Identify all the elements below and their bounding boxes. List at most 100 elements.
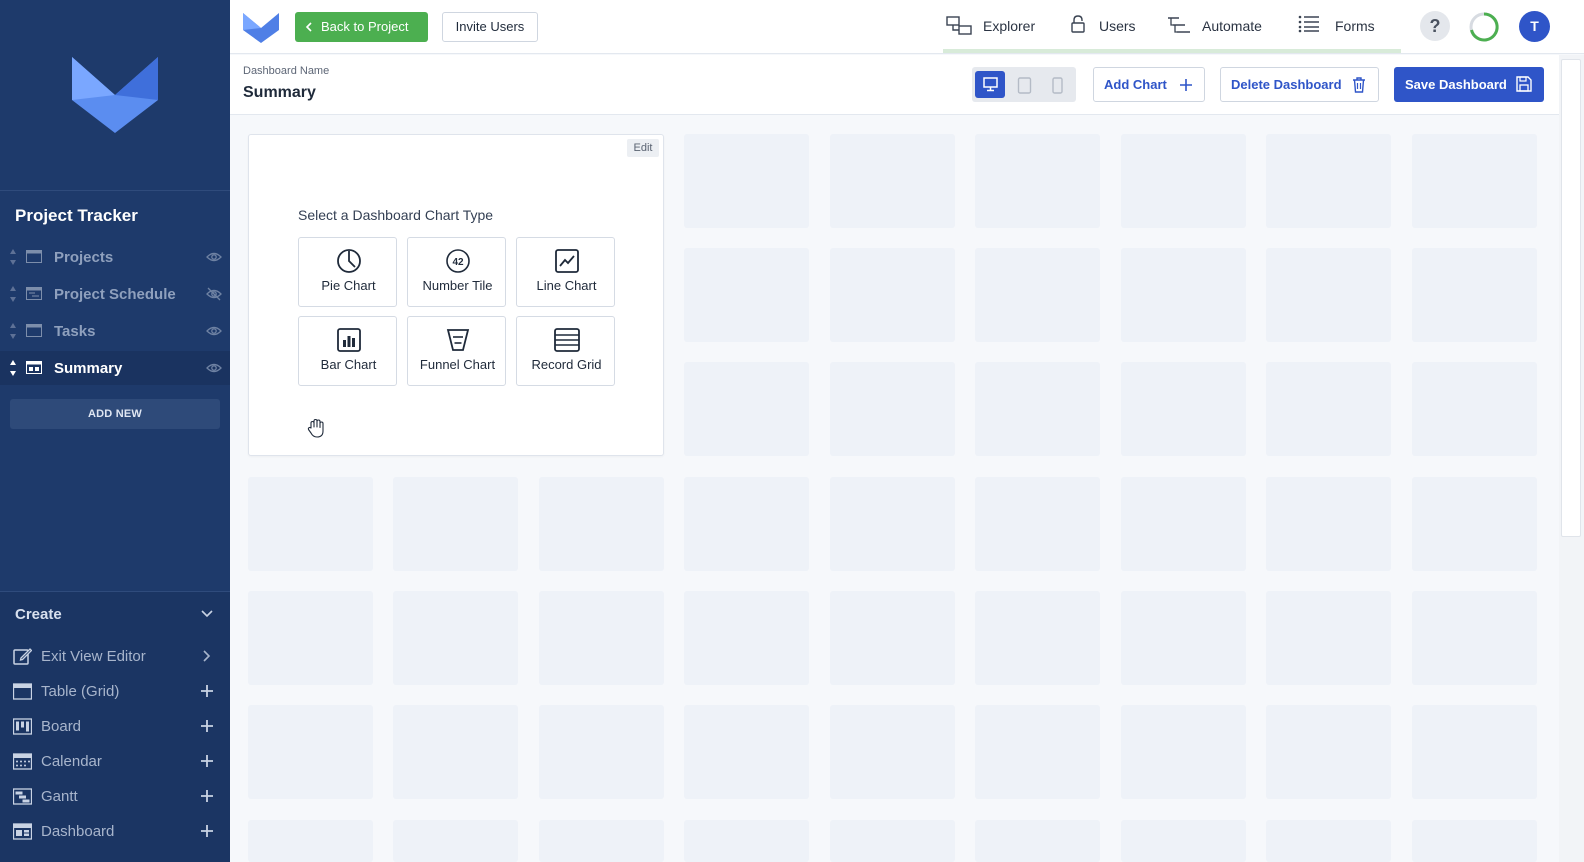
nav-explorer[interactable]: Explorer xyxy=(943,0,1043,54)
number-tile-icon: 42 xyxy=(446,249,470,273)
grid-placeholder-cell xyxy=(1266,591,1391,685)
nav-users[interactable]: Users xyxy=(1070,0,1150,54)
grid-placeholder-cell xyxy=(539,705,664,799)
explorer-icon xyxy=(946,16,972,35)
device-preview-toggle xyxy=(972,67,1076,102)
forms-icon xyxy=(1298,15,1319,33)
chevron-down-icon[interactable] xyxy=(201,610,213,618)
grid-placeholder-cell xyxy=(248,705,373,799)
eye-icon[interactable] xyxy=(206,324,222,338)
nav-automate[interactable]: Automate xyxy=(1167,0,1267,54)
grid-placeholder-cell xyxy=(1412,477,1537,571)
nav-forms[interactable]: Forms xyxy=(1297,0,1377,54)
grid-placeholder-cell xyxy=(975,591,1100,685)
grid-placeholder-cell xyxy=(1266,248,1391,342)
grid-placeholder-cell xyxy=(830,362,955,456)
grid-placeholder-cell xyxy=(1266,477,1391,571)
reorder-handle-icon[interactable] xyxy=(9,285,17,303)
eye-off-icon[interactable] xyxy=(206,287,222,301)
dashboard-header: Dashboard Name Summary Add Chart Delete … xyxy=(230,55,1559,115)
desktop-preview-button[interactable] xyxy=(975,71,1005,98)
calendar-icon xyxy=(13,753,32,770)
gantt-view-icon xyxy=(26,287,42,300)
reorder-handle-icon[interactable] xyxy=(9,359,17,377)
number-tile-label: Number Tile xyxy=(422,278,493,293)
grid-placeholder-cell xyxy=(1412,134,1537,228)
reorder-handle-icon[interactable] xyxy=(9,322,17,340)
trash-icon xyxy=(1353,77,1365,93)
nav-label: Explorer xyxy=(983,18,1036,34)
user-avatar[interactable]: T xyxy=(1519,11,1550,42)
grid-placeholder-cell xyxy=(975,248,1100,342)
table-view-icon xyxy=(26,324,42,337)
add-chart-label: Add Chart xyxy=(1104,77,1167,92)
grid-placeholder-cell xyxy=(539,591,664,685)
eye-icon[interactable] xyxy=(206,250,222,264)
add-new-view-button[interactable]: ADD NEW xyxy=(10,399,220,429)
help-button[interactable]: ? xyxy=(1420,11,1450,41)
create-board[interactable]: Board xyxy=(0,710,230,744)
grid-placeholder-cell xyxy=(1266,820,1391,862)
sidebar-view-tasks[interactable]: Tasks xyxy=(0,314,230,348)
create-dashboard[interactable]: Dashboard xyxy=(0,815,230,849)
create-item-label: Gantt xyxy=(41,788,78,805)
line-chart-option[interactable]: Line Chart xyxy=(516,237,615,307)
chevron-right-icon xyxy=(203,650,211,662)
back-to-project-button[interactable]: Back to Project xyxy=(295,12,428,42)
grid-placeholder-cell xyxy=(684,591,809,685)
save-icon xyxy=(1516,76,1532,92)
dashboard-name-label: Dashboard Name xyxy=(243,65,330,77)
create-table-grid[interactable]: Table (Grid) xyxy=(0,675,230,709)
grid-placeholder-cell xyxy=(1121,477,1246,571)
nav-active-indicator xyxy=(943,49,1401,53)
loading-indicator-icon xyxy=(1469,12,1499,42)
delete-dashboard-button[interactable]: Delete Dashboard xyxy=(1220,67,1379,102)
sidebar-view-projects[interactable]: Projects xyxy=(0,240,230,274)
reorder-handle-icon[interactable] xyxy=(9,248,17,266)
grid-placeholder-cell xyxy=(830,477,955,571)
grid-placeholder-cell xyxy=(1121,820,1246,862)
invite-users-button[interactable]: Invite Users xyxy=(442,12,538,42)
grid-placeholder-cell xyxy=(1121,591,1246,685)
create-gantt[interactable]: Gantt xyxy=(0,780,230,814)
dashboard-name[interactable]: Summary xyxy=(243,84,316,102)
grid-placeholder-cell xyxy=(975,820,1100,862)
number-tile-option[interactable]: 42 Number Tile xyxy=(407,237,506,307)
create-calendar[interactable]: Calendar xyxy=(0,745,230,779)
grid-placeholder-cell xyxy=(975,705,1100,799)
eye-icon[interactable] xyxy=(206,361,222,375)
sidebar-view-project-schedule[interactable]: Project Schedule xyxy=(0,277,230,311)
bar-chart-option[interactable]: Bar Chart xyxy=(298,316,397,386)
grid-placeholder-cell xyxy=(830,248,955,342)
sidebar-view-label: Project Schedule xyxy=(54,286,176,303)
sidebar-view-label: Summary xyxy=(54,360,123,377)
desktop-icon xyxy=(983,77,998,92)
grid-placeholder-cell xyxy=(1121,134,1246,228)
plus-icon xyxy=(201,720,213,732)
funnel-chart-option[interactable]: Funnel Chart xyxy=(407,316,506,386)
nav-label: Users xyxy=(1099,18,1136,34)
pie-chart-option[interactable]: Pie Chart xyxy=(298,237,397,307)
grid-placeholder-cell xyxy=(830,134,955,228)
app-logo-small[interactable] xyxy=(242,12,280,44)
grid-placeholder-cell xyxy=(830,705,955,799)
tablet-preview-button[interactable] xyxy=(1009,71,1039,98)
create-item-label: Board xyxy=(41,718,82,735)
tablet-icon xyxy=(1017,77,1032,94)
grid-placeholder-cell xyxy=(975,134,1100,228)
save-dashboard-button[interactable]: Save Dashboard xyxy=(1394,67,1544,102)
grid-placeholder-cell xyxy=(248,591,373,685)
create-exit-view-editor[interactable]: Exit View Editor xyxy=(0,640,230,674)
mobile-preview-button[interactable] xyxy=(1042,71,1072,98)
sidebar-view-summary[interactable]: Summary xyxy=(0,351,230,385)
grid-placeholder-cell xyxy=(248,820,373,862)
edit-tile-button[interactable]: Edit xyxy=(627,139,659,157)
funnel-chart-icon xyxy=(446,329,470,351)
add-chart-button[interactable]: Add Chart xyxy=(1093,67,1205,102)
bar-chart-icon xyxy=(337,328,361,352)
create-item-label: Dashboard xyxy=(41,823,115,840)
scrollbar-thumb[interactable] xyxy=(1561,59,1581,537)
record-grid-option[interactable]: Record Grid xyxy=(516,316,615,386)
drag-hand-icon[interactable] xyxy=(306,417,328,439)
mobile-icon xyxy=(1052,77,1063,94)
